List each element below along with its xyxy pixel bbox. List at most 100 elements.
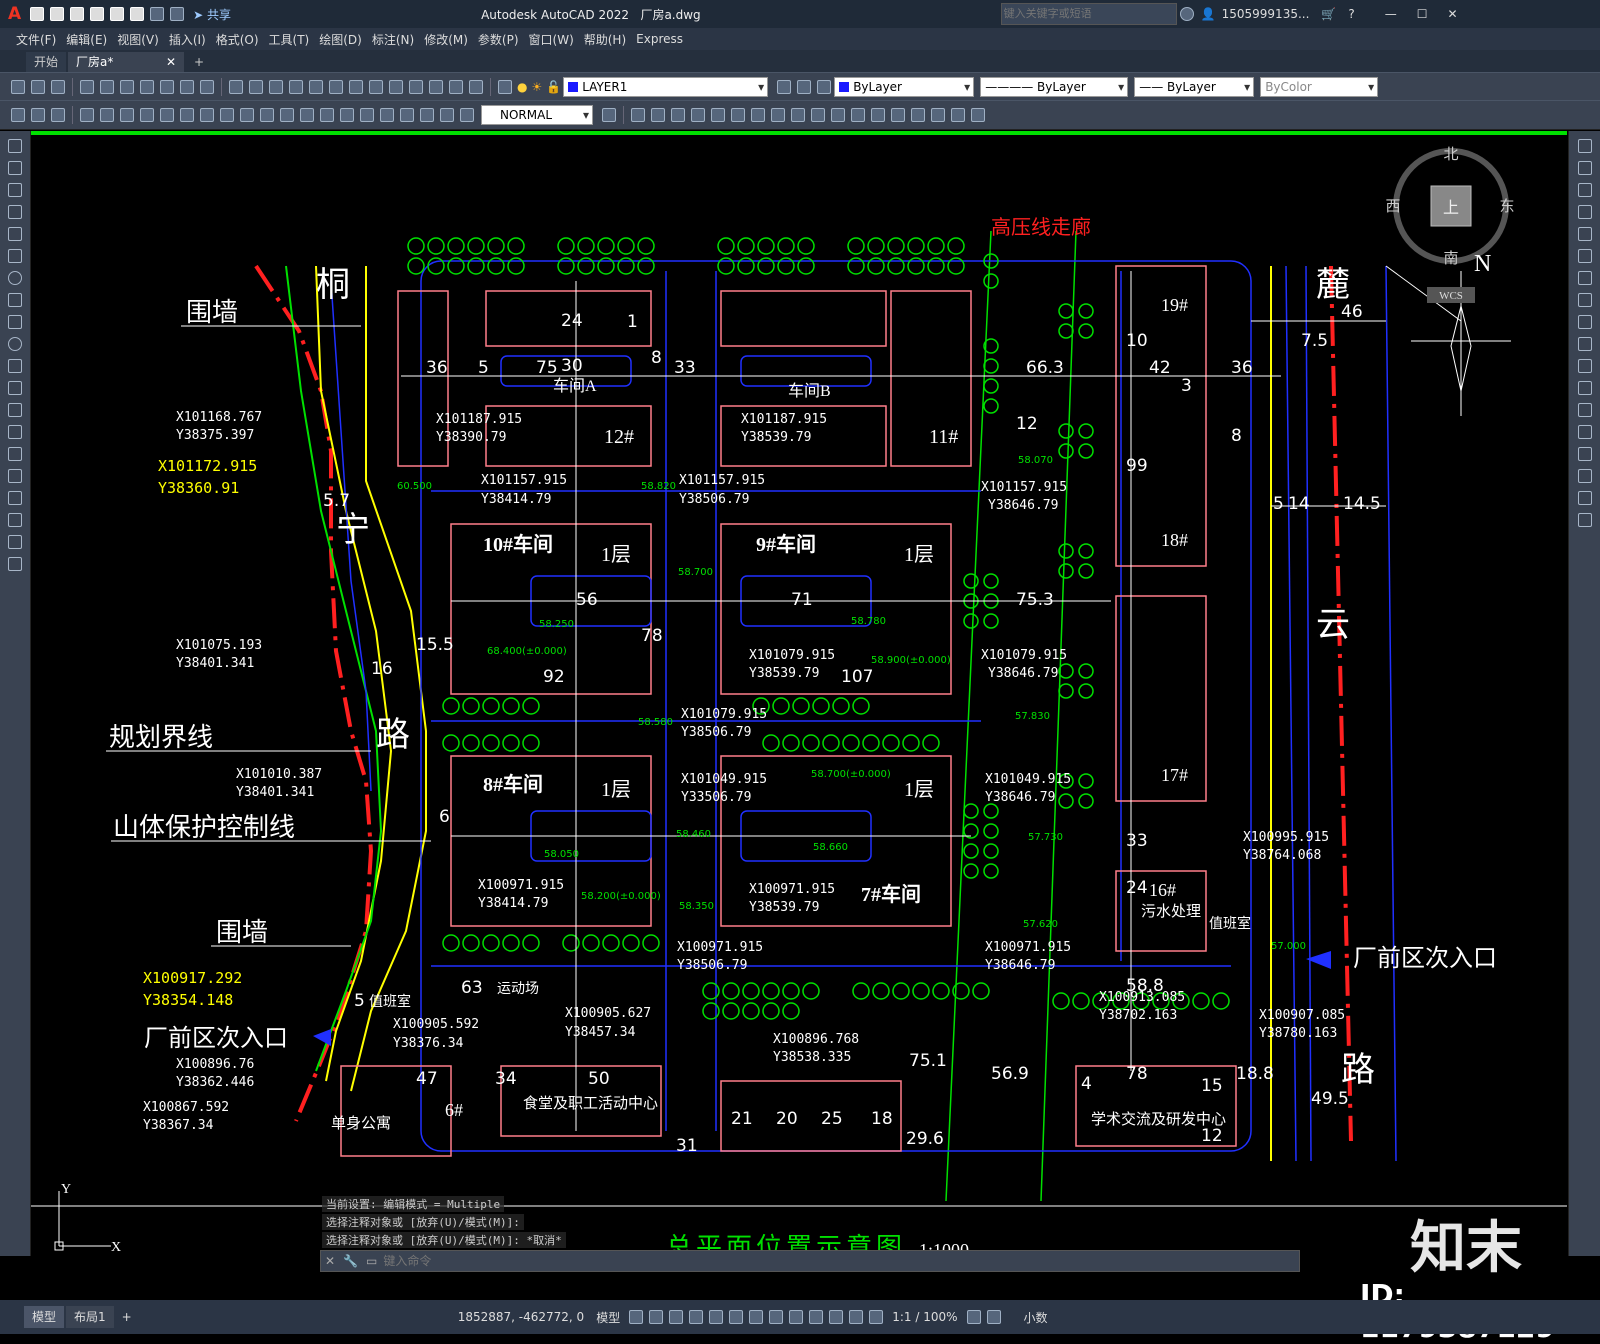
menu-window[interactable]: 窗口(W): [529, 31, 574, 48]
drawing-canvas[interactable]: 上 北 南 东 西 WCS N 桐 宁 路 麓 云 路 围墙 规划界线 山体保护…: [31, 131, 1567, 1256]
view-iso-sw-icon[interactable]: [751, 108, 765, 122]
menu-modify[interactable]: 修改(M): [424, 31, 468, 48]
layer-previous-icon[interactable]: [797, 79, 812, 94]
minimize-icon[interactable]: —: [1385, 7, 1397, 21]
linetype-dropdown[interactable]: ———— ByLayer: [980, 76, 1129, 97]
move-icon[interactable]: [1578, 249, 1592, 263]
annotation-visibility-icon[interactable]: [849, 1310, 864, 1324]
annotation-scale[interactable]: 1:1 / 100%: [892, 1310, 957, 1324]
view-back-icon[interactable]: [651, 108, 665, 122]
grid-icon[interactable]: [629, 1310, 644, 1324]
view-top-icon[interactable]: [711, 108, 725, 122]
share-button[interactable]: ➤ 共享: [193, 6, 231, 23]
annotation-scale-icon[interactable]: [869, 1310, 884, 1324]
menu-draw[interactable]: 绘图(D): [319, 31, 362, 48]
revcloud-icon[interactable]: [8, 293, 22, 307]
3d-osnap-icon[interactable]: [809, 1310, 824, 1324]
quick-select-icon[interactable]: [31, 108, 45, 122]
user-name[interactable]: 1505999135...: [1222, 7, 1310, 21]
point-icon[interactable]: [8, 425, 22, 439]
layer-state-icon[interactable]: [817, 79, 832, 94]
new-tab-button[interactable]: +: [186, 52, 212, 72]
view-front-icon[interactable]: [631, 108, 645, 122]
user-icon[interactable]: 👤: [1201, 7, 1216, 21]
mirror-icon[interactable]: [1578, 183, 1592, 197]
paste-icon[interactable]: [180, 79, 194, 94]
isodraft-icon[interactable]: [709, 1310, 724, 1324]
blend-icon[interactable]: [1578, 491, 1592, 505]
tolerance-icon[interactable]: [340, 108, 354, 122]
stretch-icon[interactable]: [1578, 315, 1592, 329]
polygon-icon[interactable]: [8, 205, 22, 219]
plus-icon[interactable]: [986, 1310, 1001, 1324]
block-icon[interactable]: [851, 108, 865, 122]
ellipse-icon[interactable]: [8, 337, 22, 351]
plotstyle-dropdown[interactable]: ByColor: [1260, 76, 1379, 97]
pan-icon[interactable]: [269, 79, 283, 94]
menu-insert[interactable]: 插入(I): [169, 31, 206, 48]
toolpalettes-icon[interactable]: [389, 79, 403, 94]
wrench-icon[interactable]: 🔧: [343, 1254, 358, 1268]
sun-icon[interactable]: ☀: [531, 80, 542, 94]
array-icon[interactable]: [1578, 227, 1592, 241]
rotate-icon[interactable]: [1578, 271, 1592, 285]
model-space-toggle[interactable]: 模型: [596, 1309, 620, 1326]
camera-icon[interactable]: [831, 108, 845, 122]
copy-icon[interactable]: [160, 79, 174, 94]
app-logo-icon[interactable]: A: [8, 4, 21, 24]
menu-view[interactable]: 视图(V): [117, 31, 159, 48]
dim-jogged-icon[interactable]: [180, 108, 194, 122]
view-iso-se-icon[interactable]: [771, 108, 785, 122]
offset-icon[interactable]: [1578, 205, 1592, 219]
layer-dropdown[interactable]: LAYER1: [563, 76, 769, 97]
color-dropdown[interactable]: ByLayer: [834, 76, 975, 97]
plot-icon[interactable]: [80, 79, 94, 94]
make-current-icon[interactable]: [777, 79, 792, 94]
workspace-gear-icon[interactable]: [966, 1310, 981, 1324]
make-block-icon[interactable]: [8, 403, 22, 417]
polar-icon[interactable]: [689, 1310, 704, 1324]
close-icon[interactable]: ✕: [1448, 7, 1458, 21]
markup-icon[interactable]: [429, 79, 443, 94]
match-icon[interactable]: [11, 108, 25, 122]
layer-properties-icon[interactable]: [498, 79, 512, 94]
menu-format[interactable]: 格式(O): [216, 31, 259, 48]
view-iso-ne-icon[interactable]: [791, 108, 805, 122]
hatch-icon[interactable]: [8, 447, 22, 461]
search-icon[interactable]: [1179, 7, 1194, 21]
preview-icon[interactable]: [100, 79, 114, 94]
calculator-icon[interactable]: [449, 79, 463, 94]
dimstyle-icon[interactable]: [602, 108, 616, 122]
save-icon[interactable]: [51, 79, 65, 94]
close-icon[interactable]: ✕: [325, 1254, 335, 1268]
break-icon[interactable]: [1578, 403, 1592, 417]
tab-start[interactable]: 开始: [26, 52, 67, 72]
polyline-icon[interactable]: [8, 183, 22, 197]
attdef-icon[interactable]: [891, 108, 905, 122]
redo-icon[interactable]: [249, 79, 263, 94]
tab-layout1[interactable]: 布局1: [66, 1306, 114, 1328]
help-icon[interactable]: [469, 79, 483, 94]
properties-icon[interactable]: [349, 79, 363, 94]
dim-radius-icon[interactable]: [160, 108, 174, 122]
center-mark-icon[interactable]: [360, 108, 374, 122]
hyperlink-icon[interactable]: [971, 108, 985, 122]
layer-walk-icon[interactable]: [51, 108, 65, 122]
construction-line-icon[interactable]: [8, 161, 22, 175]
dim-arc-icon[interactable]: [120, 108, 134, 122]
join-icon[interactable]: [1578, 425, 1592, 439]
tab-close-icon[interactable]: ✕: [166, 52, 176, 72]
circle-icon[interactable]: [8, 271, 22, 285]
search-input[interactable]: [1000, 3, 1177, 25]
cart-icon[interactable]: 🛒: [1321, 7, 1336, 21]
help-icon[interactable]: ?: [1348, 7, 1354, 21]
insert-block-icon[interactable]: [8, 381, 22, 395]
spline-icon[interactable]: [8, 315, 22, 329]
selection-cycling-icon[interactable]: [789, 1310, 804, 1324]
dim-text-edit-icon[interactable]: [440, 108, 454, 122]
quick-dim-icon[interactable]: [240, 108, 254, 122]
add-selected-icon[interactable]: [8, 557, 22, 571]
dim-linear-icon[interactable]: [80, 108, 94, 122]
open-file-icon[interactable]: [50, 7, 65, 21]
lineweight-icon[interactable]: [749, 1310, 764, 1324]
